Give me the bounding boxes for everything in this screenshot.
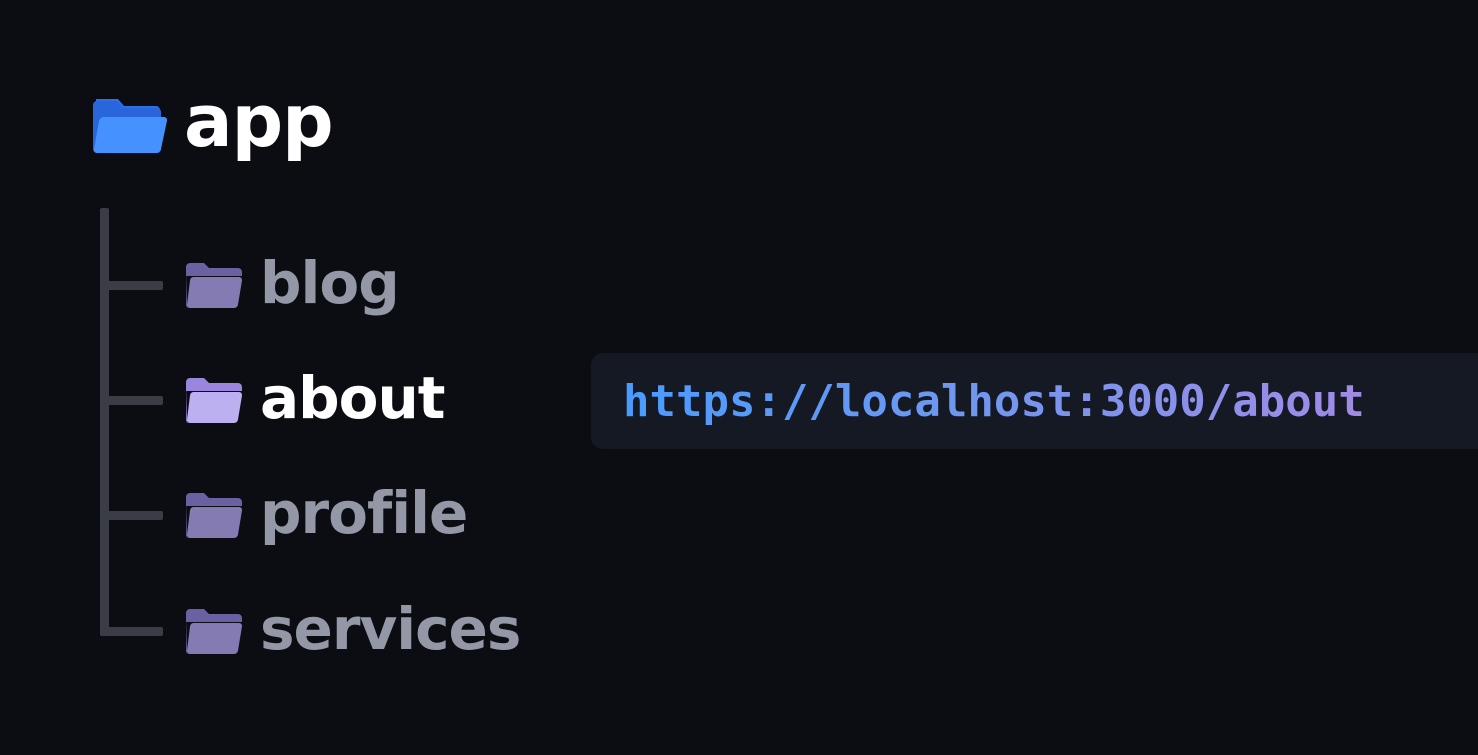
folder-item-services[interactable]: services xyxy=(184,595,521,667)
folder-label-services: services xyxy=(260,595,521,663)
folder-item-profile[interactable]: profile xyxy=(184,479,468,551)
url-display: https://localhost:3000/about xyxy=(591,353,1478,449)
root-folder-label: app xyxy=(184,79,334,163)
tree-trunk-line xyxy=(100,208,109,636)
tree-branch-line-profile xyxy=(100,511,163,520)
tree-branch-line-services xyxy=(100,627,163,636)
folder-item-blog[interactable]: blog xyxy=(184,249,400,321)
folder-open-icon xyxy=(93,99,168,154)
folder-icon xyxy=(186,263,243,309)
canvas: app blog about profile services https://… xyxy=(0,0,1478,755)
folder-icon xyxy=(186,493,243,539)
url-text: https://localhost:3000/about xyxy=(623,375,1365,427)
folder-label-profile: profile xyxy=(260,479,468,547)
tree-branch-line-blog xyxy=(100,281,163,290)
folder-label-about: about xyxy=(260,364,446,432)
folder-item-about[interactable]: about xyxy=(184,364,446,436)
folder-icon xyxy=(186,609,243,655)
folder-label-blog: blog xyxy=(260,249,400,317)
root-folder-app[interactable]: app xyxy=(92,79,334,170)
folder-icon xyxy=(186,378,243,424)
tree-branch-line-about xyxy=(100,396,163,405)
